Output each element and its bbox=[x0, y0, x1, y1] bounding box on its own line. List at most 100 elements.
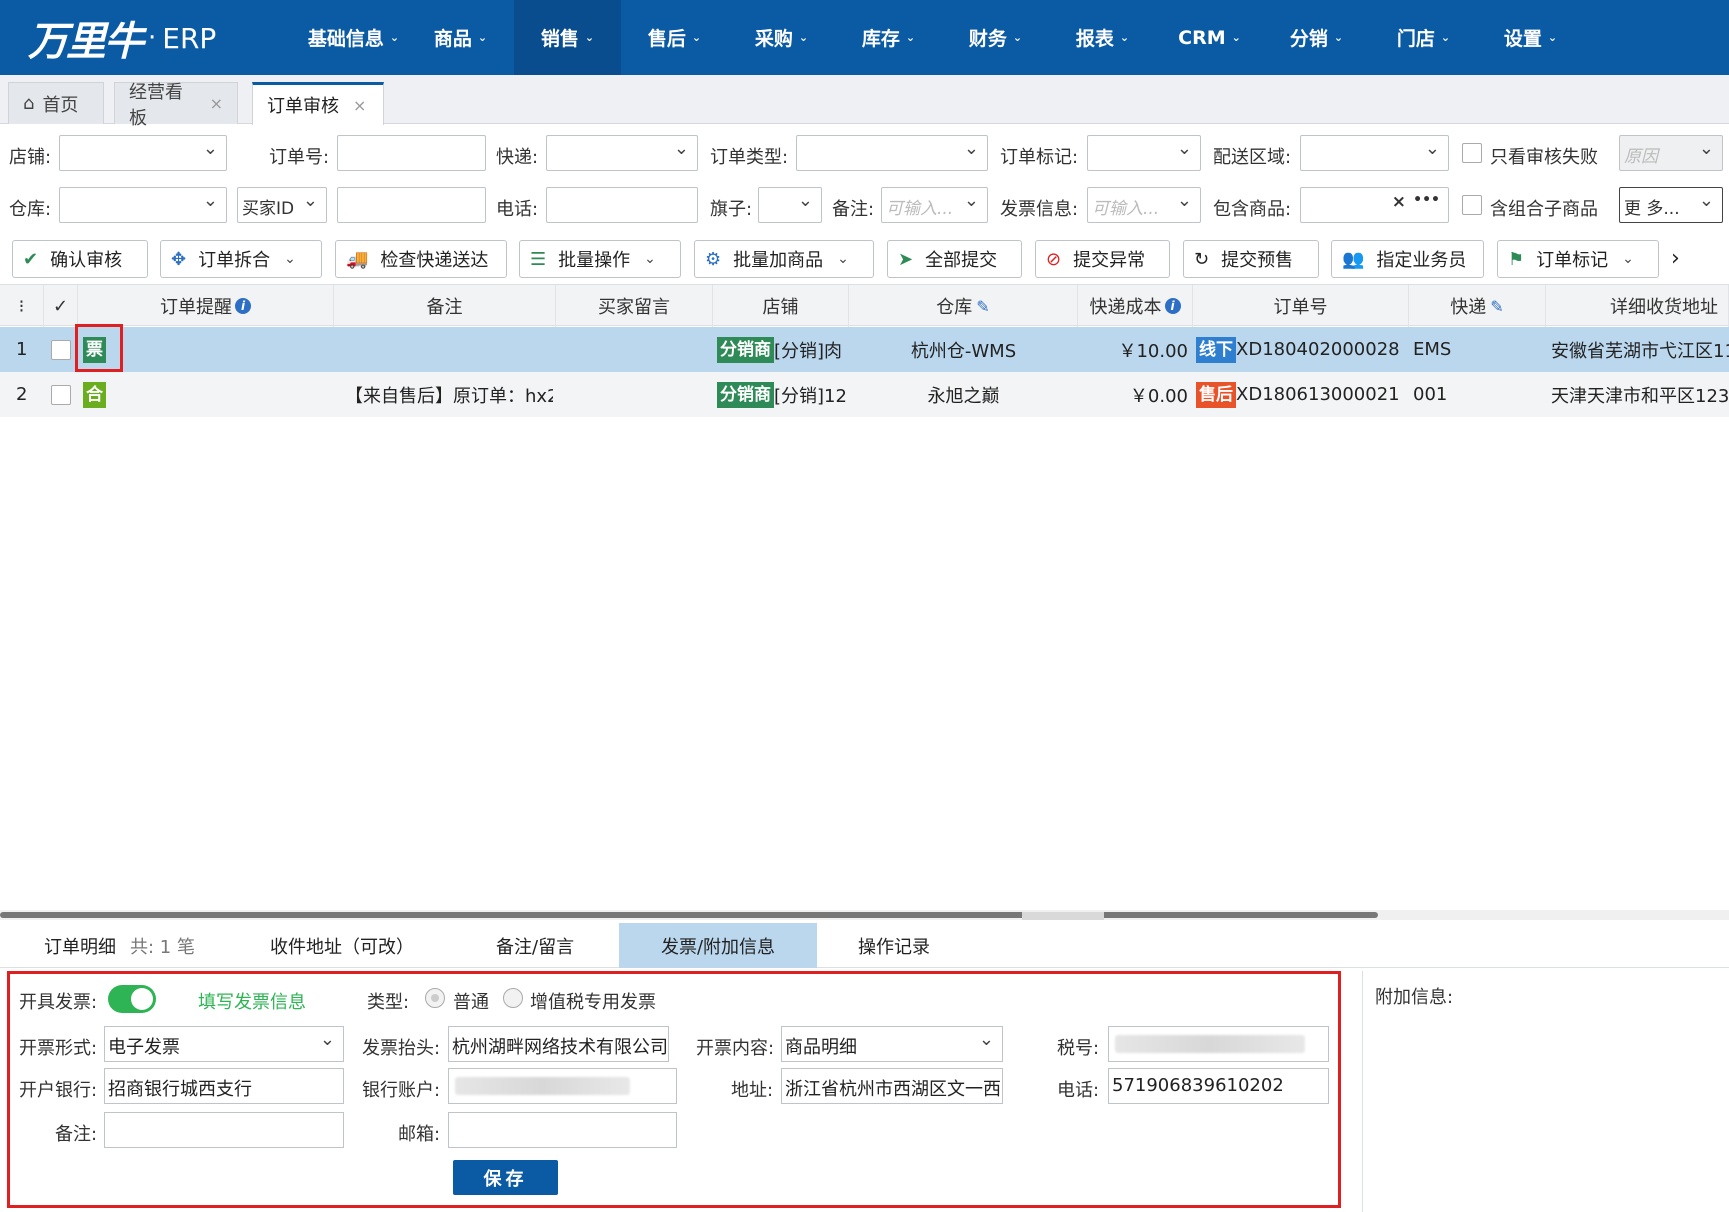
invoice-remark-input[interactable] bbox=[104, 1112, 344, 1148]
issue-invoice-toggle[interactable] bbox=[108, 985, 156, 1013]
nav-reports[interactable]: 报表 ⌄ bbox=[1049, 0, 1156, 75]
buyer-id-select[interactable]: 买家ID bbox=[237, 187, 327, 223]
table-row[interactable]: 1 票 分销商 [分销]肉 杭州仓-WMS ￥10.00 线下 XD18040200… bbox=[0, 327, 1729, 372]
buyer-id-input[interactable] bbox=[337, 187, 486, 223]
order-mark-select[interactable] bbox=[1087, 135, 1201, 171]
nav-stores[interactable]: 门店 ⌄ bbox=[1370, 0, 1477, 75]
header-address[interactable]: 详细收货地址 bbox=[1546, 285, 1729, 327]
fill-invoice-link[interactable]: 填写发票信息 bbox=[198, 988, 306, 1014]
list-icon: ☰ bbox=[530, 248, 547, 270]
home-icon: ⌂ bbox=[23, 93, 35, 114]
select-all-header[interactable]: ✓ bbox=[44, 285, 78, 327]
invoice-title-input[interactable]: 杭州湖畔网络技术有限公司 bbox=[448, 1026, 669, 1062]
tab-order-detail[interactable]: 订单明细 共: 1 笔 bbox=[44, 923, 195, 968]
express-select[interactable] bbox=[546, 135, 698, 171]
nav-purchase[interactable]: 采购 ⌄ bbox=[728, 0, 835, 75]
row-checkbox[interactable] bbox=[51, 339, 71, 360]
assign-salesman-button[interactable]: 👥 指定业务员 bbox=[1331, 240, 1484, 278]
phone-input[interactable] bbox=[546, 187, 698, 223]
submit-exception-button[interactable]: ⊘ 提交异常 bbox=[1035, 240, 1170, 278]
tab-remarks[interactable]: 备注/留言 bbox=[496, 923, 574, 968]
pencil-icon: ✎ bbox=[1490, 296, 1504, 316]
more-filters-button[interactable]: 更 多... bbox=[1619, 187, 1723, 223]
panel-splitter-handle[interactable] bbox=[1022, 912, 1104, 920]
tax-number-input[interactable] bbox=[1108, 1026, 1329, 1062]
invoice-content-select[interactable]: 商品明细 bbox=[781, 1026, 1003, 1062]
after-sales-badge: 售后 bbox=[1196, 381, 1236, 408]
chevron-down-icon: ⌄ bbox=[1440, 31, 1451, 44]
combo-checkbox[interactable] bbox=[1462, 195, 1482, 215]
tab-home[interactable]: ⌂ 首页 bbox=[8, 82, 104, 124]
check-delivery-button[interactable]: 🚚 检查快递送达 bbox=[335, 240, 507, 278]
email-input[interactable] bbox=[448, 1112, 677, 1148]
close-icon[interactable]: × bbox=[210, 94, 223, 113]
header-shop[interactable]: 店铺 bbox=[713, 285, 849, 327]
split-merge-button[interactable]: ✥ 订单拆合 ⌄ bbox=[160, 240, 322, 278]
contains-goods-input[interactable]: × ••• bbox=[1300, 187, 1449, 223]
shop-select[interactable] bbox=[59, 135, 227, 171]
chevron-down-icon: ⌄ bbox=[389, 31, 400, 44]
table-row[interactable]: 2 合 【来自售后】原订单：hx2( 分销商 [分销]12 永旭之巅 ￥0.00 … bbox=[0, 372, 1729, 417]
check-icon: ✔ bbox=[23, 248, 39, 270]
nav-sales[interactable]: 销售 ⌄ bbox=[514, 0, 621, 75]
region-select[interactable] bbox=[1300, 135, 1449, 171]
chevron-down-icon: ⌄ bbox=[1547, 31, 1558, 44]
bank-input[interactable]: 招商银行城西支行 bbox=[104, 1068, 344, 1104]
header-order-no[interactable]: 订单号 bbox=[1193, 285, 1409, 327]
nav-crm[interactable]: CRM ⌄ bbox=[1156, 0, 1263, 75]
tab-invoice[interactable]: 发票/附加信息 bbox=[619, 923, 817, 968]
header-buyer-message[interactable]: 买家留言 bbox=[556, 285, 713, 327]
nav-basic-info[interactable]: 基础信息 ⌄ bbox=[300, 0, 407, 75]
header-express[interactable]: 快递 ✎ bbox=[1409, 285, 1546, 327]
nav-inventory[interactable]: 库存 ⌄ bbox=[835, 0, 942, 75]
only-fail-checkbox[interactable] bbox=[1462, 143, 1482, 163]
header-cost[interactable]: 快递成本 i bbox=[1078, 285, 1193, 327]
nav-settings[interactable]: 设置 ⌄ bbox=[1477, 0, 1584, 75]
clear-icon[interactable]: × bbox=[1392, 192, 1406, 212]
bank-account-input[interactable] bbox=[448, 1068, 677, 1104]
tab-shipping-address[interactable]: 收件地址（可改） bbox=[270, 923, 414, 968]
batch-operation-button[interactable]: ☰ 批量操作 ⌄ bbox=[519, 240, 681, 278]
tab-order-review[interactable]: 订单审核 × bbox=[252, 82, 384, 125]
distributor-badge: 分销商 bbox=[717, 381, 774, 408]
toolbar-next-arrow[interactable]: › bbox=[1671, 246, 1680, 271]
nav-finance[interactable]: 财务 ⌄ bbox=[942, 0, 1049, 75]
address-input[interactable]: 浙江省杭州市西湖区文一西 bbox=[781, 1068, 1003, 1104]
nav-distribution[interactable]: 分销 ⌄ bbox=[1263, 0, 1370, 75]
column-menu-icon[interactable]: ⁝ bbox=[0, 285, 44, 327]
filter-row-1: 店铺: 订单号: 快递: 订单类型: 订单标记: 配送区域: 只看审核失败 原因 bbox=[0, 135, 1729, 175]
type-normal-radio[interactable] bbox=[425, 988, 445, 1008]
tab-dashboard[interactable]: 经营看板 × bbox=[114, 82, 238, 129]
flag-select[interactable] bbox=[758, 187, 822, 223]
header-warehouse[interactable]: 仓库 ✎ bbox=[849, 285, 1078, 327]
close-icon[interactable]: × bbox=[353, 96, 366, 115]
order-type-select[interactable] bbox=[796, 135, 988, 171]
logo-mark: 万里牛 bbox=[28, 18, 144, 65]
remark-select[interactable]: 可输入... bbox=[881, 187, 988, 223]
submit-all-button[interactable]: ➤ 全部提交 bbox=[887, 240, 1022, 278]
order-no-link[interactable]: XD180402000028 bbox=[1236, 339, 1400, 360]
row-checkbox[interactable] bbox=[51, 384, 71, 405]
batch-add-goods-button[interactable]: ⚙ 批量加商品 ⌄ bbox=[694, 240, 874, 278]
tab-operation-log[interactable]: 操作记录 bbox=[858, 923, 930, 968]
scrollbar-thumb[interactable] bbox=[0, 912, 1378, 918]
header-remark[interactable]: 备注 bbox=[334, 285, 556, 327]
submit-presale-button[interactable]: ↻ 提交预售 bbox=[1183, 240, 1319, 278]
order-grid-header: ⁝ ✓ 订单提醒 i 备注 买家留言 店铺 仓库 ✎ 快递成本 i 订单号 快递 ✎ 详… bbox=[0, 284, 1729, 327]
invoice-form-select[interactable]: 电子发票 bbox=[104, 1026, 344, 1062]
order-no-link[interactable]: XD180613000021 bbox=[1236, 384, 1400, 405]
warehouse-select[interactable] bbox=[59, 187, 227, 223]
confirm-review-button[interactable]: ✔ 确认审核 bbox=[12, 240, 148, 278]
horizontal-scrollbar[interactable] bbox=[0, 910, 1729, 920]
invoice-info-select[interactable]: 可输入... bbox=[1087, 187, 1201, 223]
nav-goods[interactable]: 商品 ⌄ bbox=[407, 0, 514, 75]
chevron-down-icon: ⌄ bbox=[284, 251, 296, 267]
order-mark-button[interactable]: ⚑ 订单标记 ⌄ bbox=[1497, 240, 1659, 278]
save-button[interactable]: 保存 bbox=[453, 1160, 558, 1195]
type-vat-radio[interactable] bbox=[503, 988, 523, 1008]
header-reminder[interactable]: 订单提醒 i bbox=[78, 285, 334, 327]
nav-after-sales[interactable]: 售后 ⌄ bbox=[621, 0, 728, 75]
phone-input[interactable]: 571906839610202 bbox=[1108, 1068, 1329, 1104]
order-no-input[interactable] bbox=[337, 135, 486, 171]
more-icon[interactable]: ••• bbox=[1413, 192, 1440, 208]
